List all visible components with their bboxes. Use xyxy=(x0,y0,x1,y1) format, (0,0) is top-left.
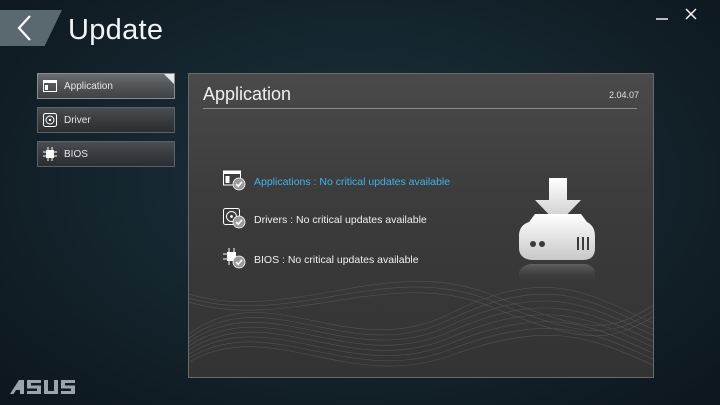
sidebar-item-label: Application xyxy=(64,81,113,92)
status-text: BIOS : No critical updates available xyxy=(254,254,419,266)
content-panel: Application 2.04.07 Applications : No cr… xyxy=(188,73,654,378)
download-to-drive-icon xyxy=(519,178,595,282)
application-check-icon xyxy=(223,170,246,191)
minimize-icon xyxy=(656,18,668,20)
minimize-button[interactable] xyxy=(652,4,672,24)
page-title: Update xyxy=(68,14,164,46)
sidebar-item-label: BIOS xyxy=(64,149,88,160)
chevron-left-icon xyxy=(17,15,31,41)
status-text: Drivers : No critical updates available xyxy=(254,214,427,226)
sidebar-item-bios[interactable]: BIOS xyxy=(37,141,175,167)
version-label: 2.04.07 xyxy=(608,90,639,100)
panel-title: Application xyxy=(203,84,292,104)
sidebar-item-driver[interactable]: Driver xyxy=(37,107,175,133)
application-window-icon xyxy=(43,80,57,92)
status-text: Applications : No critical updates avail… xyxy=(254,176,451,188)
sidebar-item-application[interactable]: Application xyxy=(37,73,175,99)
close-button[interactable] xyxy=(681,4,701,24)
sidebar-item-label: Driver xyxy=(64,115,91,126)
disc-check-icon xyxy=(223,208,246,229)
chip-check-icon xyxy=(223,248,246,269)
asus-logo xyxy=(10,380,75,394)
title-bar: Update xyxy=(0,0,720,60)
disc-icon xyxy=(43,113,57,127)
close-icon xyxy=(685,8,697,20)
back-button[interactable] xyxy=(0,10,62,46)
title-divider xyxy=(203,108,637,109)
selected-corner-marker xyxy=(164,74,174,84)
chip-icon xyxy=(43,147,57,161)
